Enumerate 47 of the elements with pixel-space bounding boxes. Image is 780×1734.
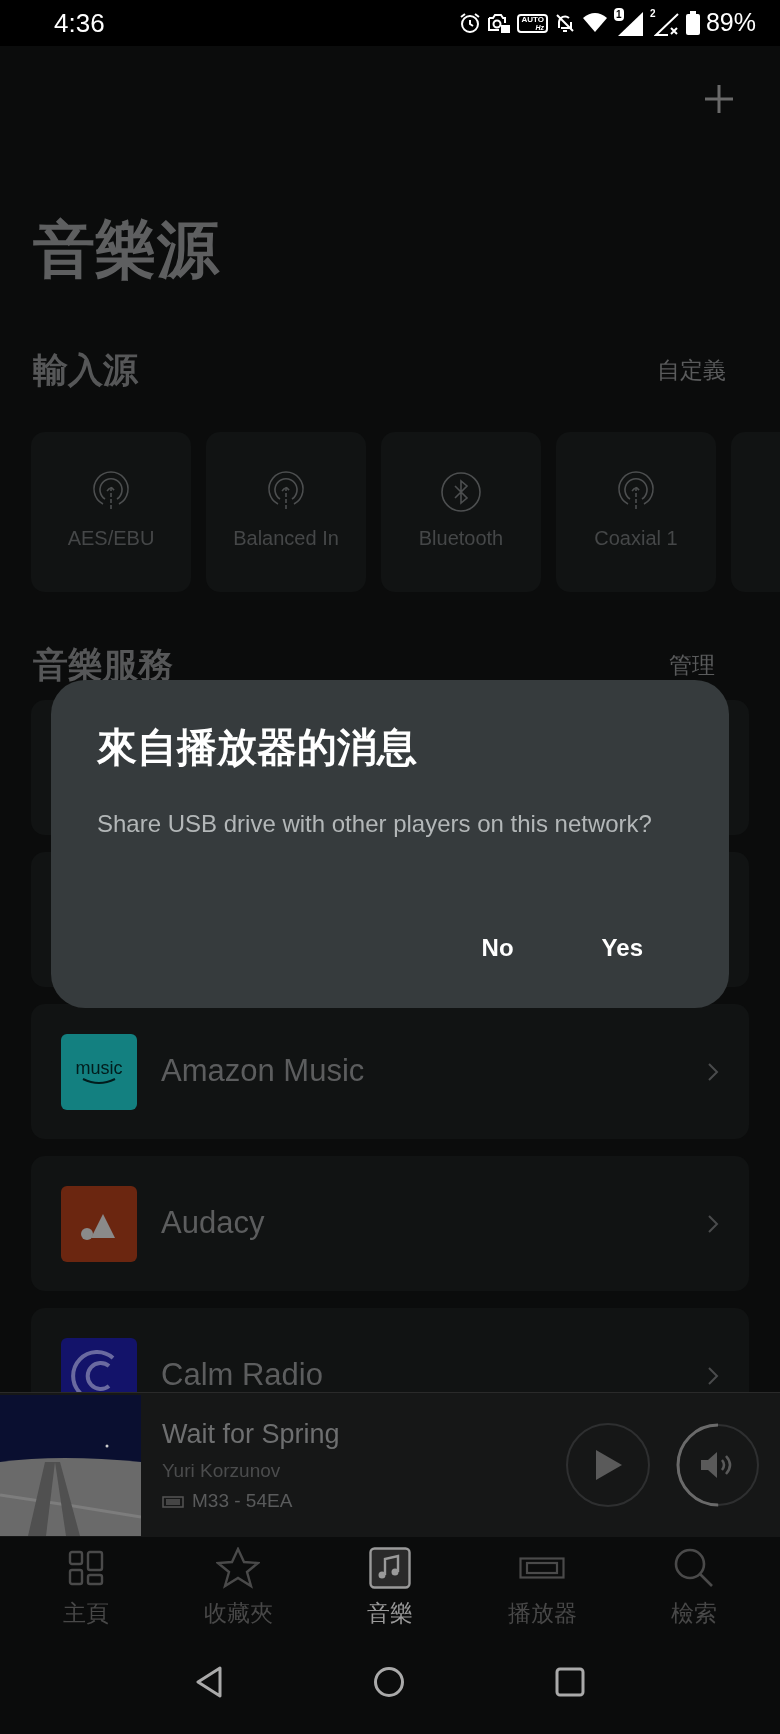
manage-link[interactable]: 管理 bbox=[669, 647, 715, 683]
signal-icon bbox=[617, 12, 644, 36]
back-icon[interactable] bbox=[195, 1666, 223, 1698]
camera-lock-icon bbox=[487, 12, 512, 34]
sim-label: 2 bbox=[649, 7, 656, 20]
alarm-icon bbox=[459, 12, 482, 34]
dialog-title: 來自播放器的消息 bbox=[97, 724, 418, 771]
section-heading: 輸入源 bbox=[33, 348, 138, 391]
play-icon bbox=[594, 1450, 622, 1480]
nav-tab[interactable]: 主頁 bbox=[26, 1546, 146, 1631]
player-device-icon bbox=[162, 1495, 184, 1508]
music-note-icon bbox=[369, 1547, 411, 1590]
nav-tab[interactable]: 收藏夾 bbox=[178, 1546, 298, 1631]
service-card[interactable]: Audacy bbox=[31, 1156, 749, 1291]
page-title: 音樂源 bbox=[33, 219, 219, 281]
wifi-icon bbox=[581, 12, 608, 34]
nav-tab[interactable]: 檢索 bbox=[634, 1546, 754, 1631]
battery-percent: 89% bbox=[705, 7, 756, 39]
smile-icon bbox=[81, 1076, 117, 1085]
player-device-icon bbox=[519, 1557, 565, 1580]
nav-tab[interactable]: 播放器 bbox=[482, 1546, 602, 1631]
service-card[interactable]: Calm Radio bbox=[31, 1308, 749, 1392]
chevron-right-icon bbox=[707, 1061, 719, 1082]
grid-icon bbox=[68, 1550, 104, 1587]
clock-time: 4:36 bbox=[54, 6, 105, 40]
service-card[interactable]: music Amazon Music bbox=[31, 1004, 749, 1139]
chevron-right-icon bbox=[707, 1365, 719, 1386]
dialog-message: Share USB drive with other players on this network? bbox=[97, 809, 653, 839]
track-title: Wait for Spring bbox=[162, 1418, 340, 1452]
battery-icon bbox=[685, 11, 700, 35]
logo-text: music bbox=[75, 1058, 123, 1077]
section-heading: 音樂服務 bbox=[33, 643, 173, 686]
dialog-button[interactable]: No bbox=[477, 930, 518, 966]
star-icon bbox=[216, 1547, 260, 1590]
chevron-right-icon bbox=[707, 1213, 719, 1234]
sim-badge: 1 bbox=[613, 8, 624, 21]
volume-button[interactable] bbox=[676, 1423, 760, 1507]
bluetooth-icon bbox=[440, 471, 482, 513]
device-name: M33 - 54EA bbox=[192, 1489, 293, 1514]
bell-off-icon bbox=[553, 12, 576, 34]
play-button[interactable] bbox=[566, 1423, 650, 1507]
add-icon[interactable] bbox=[704, 84, 734, 114]
nav-tab[interactable]: 音樂 bbox=[330, 1546, 450, 1631]
dialog-button[interactable]: Yes bbox=[597, 930, 647, 966]
home-icon[interactable] bbox=[373, 1666, 405, 1698]
customize-link[interactable]: 自定義 bbox=[657, 352, 726, 388]
recents-icon[interactable] bbox=[555, 1667, 585, 1697]
